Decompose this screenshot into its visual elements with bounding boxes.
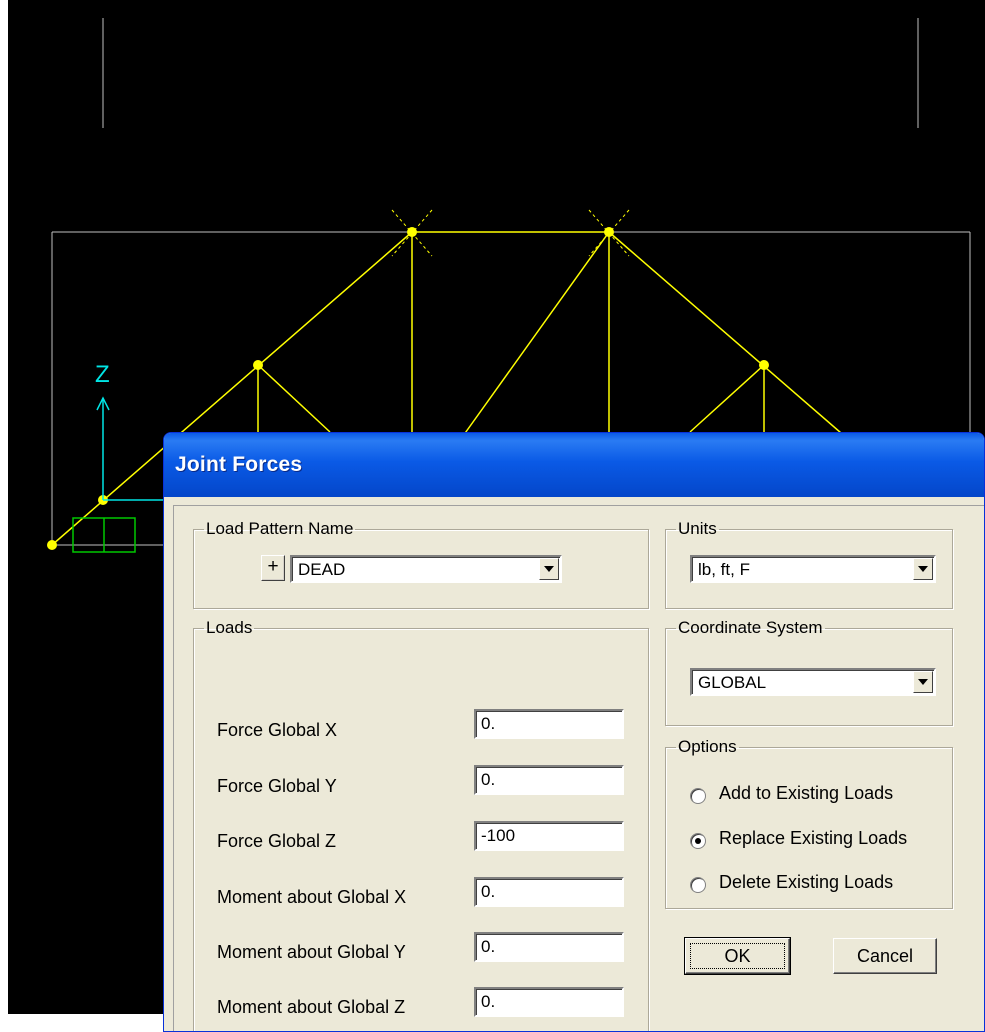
coordinate-system-value: GLOBAL <box>698 673 767 692</box>
ok-button[interactable]: OK <box>684 937 791 975</box>
force-global-x-input[interactable] <box>474 709 624 739</box>
force-global-y-label: Force Global Y <box>217 776 337 796</box>
units-select[interactable]: lb, ft, F <box>690 555 936 583</box>
load-pattern-select[interactable]: DEAD <box>290 555 562 583</box>
coordinate-system-dropdown-button[interactable] <box>913 671 933 693</box>
replace-existing-loads-label[interactable]: Replace Existing Loads <box>719 828 907 849</box>
cancel-button-label: Cancel <box>856 946 914 966</box>
add-load-pattern-button[interactable]: + <box>261 555 285 581</box>
force-global-z-label: Force Global Z <box>217 831 337 851</box>
force-global-y-input[interactable] <box>474 765 624 795</box>
z-axis <box>96 396 168 501</box>
joint <box>759 360 769 370</box>
units-value: lb, ft, F <box>698 560 750 579</box>
moment-global-y-input[interactable] <box>474 932 624 962</box>
dialog-title: Joint Forces <box>175 453 303 476</box>
support-symbol <box>72 517 136 553</box>
add-to-existing-loads-label[interactable]: Add to Existing Loads <box>719 783 893 804</box>
coordinate-system-select[interactable]: GLOBAL <box>690 668 936 696</box>
coordinate-system-group-label: Coordinate System <box>678 618 823 637</box>
dialog-titlebar[interactable]: Joint Forces <box>164 433 984 497</box>
dialog-client: Load Pattern Name + DEAD Loads Force Glo… <box>170 497 984 1031</box>
force-global-x-label: Force Global X <box>217 720 338 740</box>
moment-global-y-label: Moment about Global Y <box>217 942 406 962</box>
joint <box>407 227 417 237</box>
loads-group-label: Loads <box>206 618 253 637</box>
chevron-down-icon <box>918 679 928 685</box>
load-pattern-group-label: Load Pattern Name <box>206 519 354 538</box>
joint-forces-dialog: Joint Forces Load Pattern Name + DEAD Lo… <box>163 432 985 1032</box>
delete-existing-loads-radio[interactable] <box>690 877 706 893</box>
joint <box>604 227 614 237</box>
units-group-label: Units <box>678 519 717 538</box>
force-global-z-input[interactable] <box>474 821 624 851</box>
load-pattern-value: DEAD <box>298 560 346 579</box>
cancel-button[interactable]: Cancel <box>833 938 937 974</box>
load-pattern-dropdown-button[interactable] <box>539 558 559 580</box>
add-to-existing-loads-radio[interactable] <box>690 788 706 804</box>
replace-existing-loads-radio[interactable] <box>690 833 706 849</box>
moment-global-x-label: Moment about Global X <box>217 887 407 907</box>
delete-existing-loads-label[interactable]: Delete Existing Loads <box>719 872 893 893</box>
options-group-label: Options <box>678 737 737 756</box>
z-axis-label: Z <box>95 361 110 388</box>
selected-joint-markers <box>391 209 630 257</box>
focus-ring <box>690 943 785 969</box>
moment-global-z-input[interactable] <box>474 987 624 1017</box>
units-dropdown-button[interactable] <box>913 558 933 580</box>
chevron-down-icon <box>544 566 554 572</box>
joint <box>47 540 57 550</box>
moment-global-z-label: Moment about Global Z <box>217 997 406 1017</box>
chevron-down-icon <box>918 566 928 572</box>
joint <box>253 360 263 370</box>
moment-global-x-input[interactable] <box>474 877 624 907</box>
